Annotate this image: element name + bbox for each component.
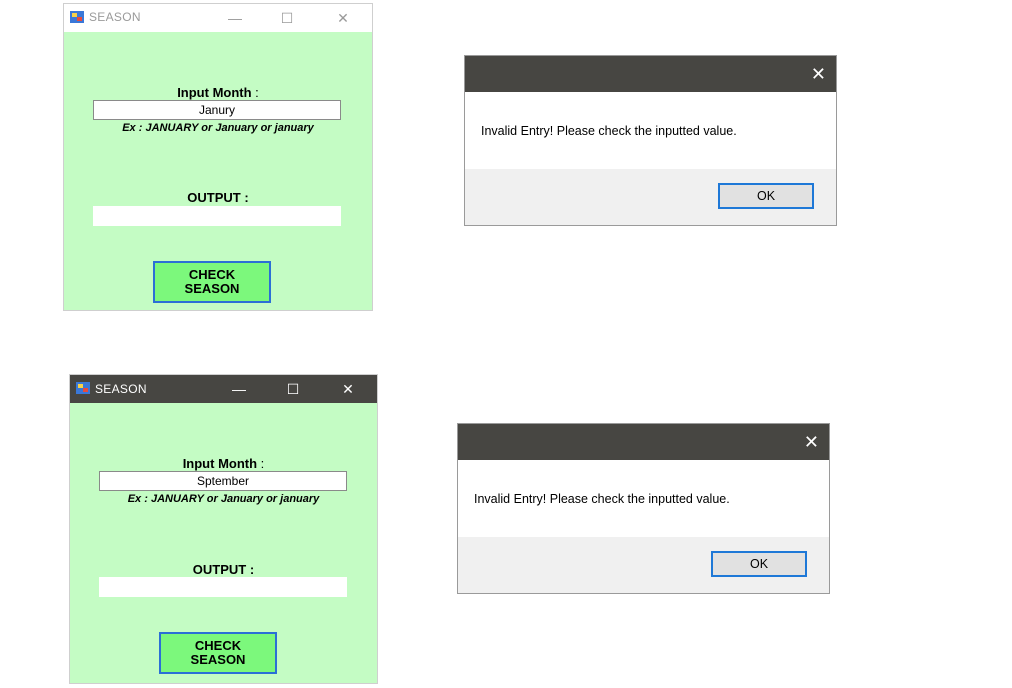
ok-button[interactable]: OK [718,183,814,209]
maximize-icon[interactable]: ☐ [282,379,304,399]
check-season-button[interactable]: CHECK SEASON [159,632,277,674]
close-icon[interactable]: ✕ [804,431,819,453]
check-season-button-line1: CHECK [188,267,236,282]
dialog-footer: OK [465,169,836,225]
error-dialog-2: ✕ Invalid Entry! Please check the inputt… [457,423,830,594]
window-title: SEASON [89,10,141,24]
dialog-message: Invalid Entry! Please check the inputted… [474,492,730,506]
check-season-button-line1: CHECK [194,638,242,653]
input-month-label: Input Month : [64,85,372,100]
dialog-titlebar[interactable]: ✕ [465,56,836,92]
window-title: SEASON [95,382,147,396]
window-titlebar[interactable]: SEASON — ☐ ✕ [64,4,372,32]
output-label: OUTPUT : [192,562,255,577]
dialog-titlebar[interactable]: ✕ [458,424,829,460]
close-icon[interactable]: ✕ [811,63,826,85]
minimize-icon[interactable]: — [228,379,250,399]
month-input[interactable] [99,471,347,491]
season-window-2: SEASON — ☐ ✕ Input Month : Ex : JANUARY … [69,374,378,684]
season-window-1: SEASON — ☐ ✕ Input Month : Ex : JANUARY … [63,3,373,311]
dialog-footer: OK [458,537,829,593]
input-month-label-colon: : [260,456,265,471]
input-month-label: Input Month : [70,456,377,471]
maximize-icon[interactable]: ☐ [276,8,298,28]
output-label: OUTPUT : [187,190,249,205]
window-titlebar[interactable]: SEASON — ☐ ✕ [70,375,377,403]
error-dialog-1: ✕ Invalid Entry! Please check the inputt… [464,55,837,226]
month-input[interactable] [93,100,341,120]
close-icon[interactable]: ✕ [332,8,354,28]
check-season-button-line2: SEASON [190,652,246,667]
ok-button[interactable]: OK [711,551,807,577]
input-month-label-colon: : [255,85,259,100]
app-icon [76,382,90,394]
minimize-icon[interactable]: — [224,8,246,28]
input-month-label-text: Input Month [177,85,252,100]
dialog-message: Invalid Entry! Please check the inputted… [481,124,737,138]
input-month-label-text: Input Month [182,456,258,471]
app-icon [70,11,84,23]
example-hint: Ex : JANUARY or January or january [122,122,314,134]
close-icon[interactable]: ✕ [337,379,359,399]
check-season-button[interactable]: CHECK SEASON [153,261,271,303]
output-field [93,206,341,226]
example-hint: Ex : JANUARY or January or january [127,493,320,505]
output-field [99,577,347,597]
check-season-button-line2: SEASON [184,281,240,296]
